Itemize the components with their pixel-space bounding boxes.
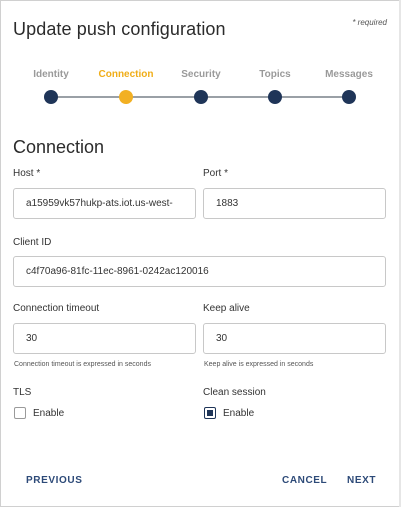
step-dot-security[interactable] bbox=[194, 90, 208, 104]
port-input[interactable]: 1883 bbox=[203, 188, 386, 219]
clean-session-enable-label[interactable]: Enable bbox=[223, 408, 254, 419]
keep-alive-helper: Keep alive is expressed in seconds bbox=[204, 361, 314, 368]
step-dot-connection[interactable] bbox=[119, 90, 133, 104]
tls-enable-label[interactable]: Enable bbox=[33, 408, 64, 419]
clean-session-checkbox[interactable] bbox=[204, 407, 216, 419]
section-title: Connection bbox=[13, 137, 105, 157]
step-label-security[interactable]: Security bbox=[181, 69, 220, 80]
host-input[interactable]: a15959vk57hukp-ats.iot.us-west- bbox=[13, 188, 196, 219]
step-dot-identity[interactable] bbox=[44, 90, 58, 104]
tls-checkbox[interactable] bbox=[14, 407, 26, 419]
host-label: Host * bbox=[13, 168, 41, 179]
keep-alive-label: Keep alive bbox=[203, 303, 250, 314]
cancel-button[interactable]: CANCEL bbox=[282, 475, 327, 486]
client-id-label: Client ID bbox=[13, 237, 52, 248]
clean-session-label: Clean session bbox=[203, 387, 266, 398]
keep-alive-input[interactable]: 30 bbox=[203, 323, 386, 354]
connection-timeout-input[interactable]: 30 bbox=[13, 323, 196, 354]
step-dot-topics[interactable] bbox=[268, 90, 282, 104]
connection-timeout-helper: Connection timeout is expressed in secon… bbox=[14, 361, 151, 368]
connection-timeout-label: Connection timeout bbox=[13, 303, 100, 314]
step-label-identity[interactable]: Identity bbox=[33, 69, 69, 80]
step-label-topics[interactable]: Topics bbox=[259, 69, 290, 80]
step-label-connection[interactable]: Connection bbox=[99, 69, 154, 80]
dialog-title: Update push configuration bbox=[13, 19, 226, 39]
step-dot-messages[interactable] bbox=[342, 90, 356, 104]
dialog: Update push configuration * required Ide… bbox=[0, 0, 401, 507]
required-note: * required bbox=[352, 18, 387, 27]
previous-button[interactable]: PREVIOUS bbox=[26, 475, 82, 486]
tls-label: TLS bbox=[13, 387, 32, 398]
step-label-messages[interactable]: Messages bbox=[325, 69, 373, 80]
client-id-input[interactable]: c4f70a96-81fc-11ec-8961-0242ac120016 bbox=[13, 256, 386, 287]
next-button[interactable]: NEXT bbox=[347, 475, 376, 486]
port-label: Port * bbox=[203, 168, 229, 179]
